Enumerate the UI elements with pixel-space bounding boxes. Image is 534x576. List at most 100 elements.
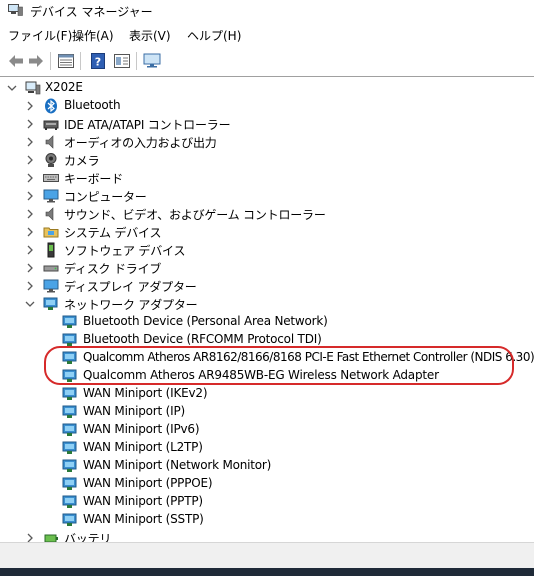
- monitor-scan-icon: [143, 53, 161, 68]
- system-folder-icon: [43, 227, 59, 238]
- help-icon: ?: [91, 53, 105, 69]
- chevron-right-icon[interactable]: [24, 153, 36, 167]
- chevron-right-icon[interactable]: [24, 531, 36, 542]
- category-label: キーボード: [64, 172, 124, 186]
- tree-category[interactable]: IDE ATA/ATAPI コントローラー: [0, 115, 534, 133]
- network-adapter-item[interactable]: Bluetooth Device (RFCOMM Protocol TDI): [0, 331, 534, 349]
- tree-category[interactable]: サウンド、ビデオ、およびゲーム コントローラー: [0, 205, 534, 223]
- battery-icon: [44, 534, 58, 542]
- menu-view[interactable]: 表示(V): [129, 27, 171, 44]
- chevron-right-icon[interactable]: [24, 243, 36, 257]
- device-manager-icon: [8, 4, 23, 16]
- network-adapter-item[interactable]: Bluetooth Device (Personal Area Network): [0, 313, 534, 331]
- network-adapter-item[interactable]: WAN Miniport (PPPOE): [0, 475, 534, 493]
- speaker-icon: [45, 135, 54, 149]
- monitor-icon: [43, 279, 59, 293]
- adapter-label: WAN Miniport (L2TP): [83, 440, 203, 454]
- disk-drive-icon: [43, 265, 59, 272]
- category-label: ディスプレイ アダプター: [64, 280, 197, 294]
- adapter-label: WAN Miniport (PPPOE): [83, 476, 213, 490]
- network-adapter-item[interactable]: WAN Miniport (IKEv2): [0, 385, 534, 403]
- computer-icon: [25, 81, 41, 95]
- network-adapter-item[interactable]: WAN Miniport (Network Monitor): [0, 457, 534, 475]
- category-label: Bluetooth: [64, 98, 121, 112]
- menu-action[interactable]: 操作(A): [72, 27, 114, 44]
- camera-icon: [45, 153, 57, 167]
- category-label: ディスク ドライブ: [64, 262, 162, 276]
- network-adapter-item[interactable]: Qualcomm Atheros AR8162/8166/8168 PCI-E …: [0, 349, 534, 367]
- adapter-label: WAN Miniport (IPv6): [83, 422, 200, 436]
- tree-category[interactable]: ディスク ドライブ: [0, 259, 534, 277]
- window-title: デバイス マネージャー: [30, 5, 153, 19]
- network-adapter-icon: [62, 369, 77, 382]
- chevron-right-icon[interactable]: [24, 135, 36, 149]
- chevron-right-icon[interactable]: [24, 99, 36, 113]
- properties-grid-button[interactable]: [56, 51, 76, 71]
- network-adapter-icon: [62, 441, 77, 454]
- tree-root-label: X202E: [45, 80, 83, 94]
- bluetooth-icon: [45, 98, 57, 114]
- category-label: サウンド、ビデオ、およびゲーム コントローラー: [64, 208, 326, 222]
- tree-category[interactable]: ディスプレイ アダプター: [0, 277, 534, 295]
- properties-grid-icon: [58, 54, 74, 68]
- tree-category[interactable]: Bluetooth: [0, 97, 534, 115]
- scan-hardware-button[interactable]: [142, 51, 162, 71]
- toolbar: ?: [0, 48, 534, 74]
- adapter-label: WAN Miniport (SSTP): [83, 512, 204, 526]
- forward-button[interactable]: [26, 51, 46, 71]
- adapter-label: Qualcomm Atheros AR9485WB-EG Wireless Ne…: [83, 368, 439, 382]
- forward-arrow-icon: [29, 55, 43, 67]
- category-label: カメラ: [64, 154, 100, 168]
- taskbar-strip: [0, 568, 534, 576]
- software-device-icon: [47, 242, 55, 258]
- network-adapter-item[interactable]: WAN Miniport (L2TP): [0, 439, 534, 457]
- tree-root[interactable]: X202E: [0, 79, 534, 97]
- network-adapter-icon: [62, 333, 77, 346]
- chevron-right-icon[interactable]: [24, 117, 36, 131]
- back-button[interactable]: [6, 51, 26, 71]
- device-tree[interactable]: X202E Bluetooth IDE ATA/ATAPI コントローラー オー…: [0, 76, 534, 542]
- category-label: ソフトウェア デバイス: [64, 244, 186, 258]
- category-label: コンピューター: [64, 190, 147, 204]
- chevron-right-icon[interactable]: [24, 189, 36, 203]
- menu-file[interactable]: ファイル(F): [8, 27, 72, 44]
- tree-category[interactable]: バッテリ: [0, 529, 534, 542]
- speaker-icon: [45, 207, 54, 221]
- tree-category[interactable]: キーボード: [0, 169, 534, 187]
- chevron-right-icon[interactable]: [24, 171, 36, 185]
- network-adapter-icon: [62, 423, 77, 436]
- network-adapter-item[interactable]: WAN Miniport (PPTP): [0, 493, 534, 511]
- adapter-label: WAN Miniport (Network Monitor): [83, 458, 272, 472]
- tree-category[interactable]: オーディオの入力および出力: [0, 133, 534, 151]
- toolbar-separator: [50, 52, 51, 70]
- tree-category-expanded[interactable]: ネットワーク アダプター: [0, 295, 534, 313]
- toolbar-separator: [80, 52, 81, 70]
- category-label: バッテリ: [64, 532, 112, 542]
- adapter-label: Bluetooth Device (RFCOMM Protocol TDI): [83, 332, 322, 346]
- network-adapter-item[interactable]: WAN Miniport (IPv6): [0, 421, 534, 439]
- adapter-label: WAN Miniport (IP): [83, 404, 185, 418]
- category-label: オーディオの入力および出力: [64, 136, 217, 150]
- toolbar-separator: [136, 52, 137, 70]
- menu-help[interactable]: ヘルプ(H): [187, 27, 241, 44]
- chevron-down-icon[interactable]: [24, 297, 36, 311]
- chevron-right-icon[interactable]: [24, 279, 36, 293]
- driver-properties-button[interactable]: [112, 51, 132, 71]
- network-adapter-icon: [62, 351, 77, 364]
- chevron-down-icon[interactable]: [6, 81, 18, 95]
- tree-category[interactable]: ソフトウェア デバイス: [0, 241, 534, 259]
- adapter-label: Bluetooth Device (Personal Area Network): [83, 314, 328, 328]
- help-button[interactable]: ?: [88, 51, 108, 71]
- chevron-right-icon[interactable]: [24, 225, 36, 239]
- chevron-right-icon[interactable]: [24, 261, 36, 275]
- menu-bar: ファイル(F) 操作(A) 表示(V) ヘルプ(H): [0, 24, 534, 46]
- keyboard-icon: [43, 174, 59, 182]
- tree-category[interactable]: システム デバイス: [0, 223, 534, 241]
- title-bar: デバイス マネージャー: [0, 0, 534, 22]
- network-adapter-item[interactable]: WAN Miniport (IP): [0, 403, 534, 421]
- chevron-right-icon[interactable]: [24, 207, 36, 221]
- network-adapter-item[interactable]: Qualcomm Atheros AR9485WB-EG Wireless Ne…: [0, 367, 534, 385]
- tree-category[interactable]: カメラ: [0, 151, 534, 169]
- network-adapter-item[interactable]: WAN Miniport (SSTP): [0, 511, 534, 529]
- tree-category[interactable]: コンピューター: [0, 187, 534, 205]
